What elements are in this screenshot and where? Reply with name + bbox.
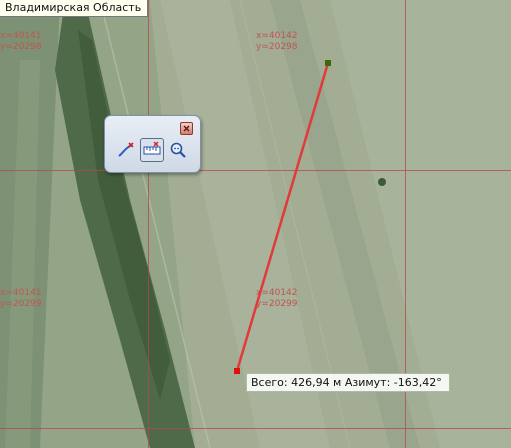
measurement-end-point[interactable] bbox=[325, 60, 331, 66]
ruler-measure-icon bbox=[143, 141, 161, 155]
zoom-tool-button[interactable] bbox=[166, 138, 190, 162]
measurement-readout: Всего: 426,94 м Азимут: -163,42° bbox=[246, 373, 450, 392]
measurement-start-point[interactable] bbox=[234, 368, 240, 374]
zoom-icon bbox=[170, 142, 186, 158]
close-icon bbox=[183, 125, 190, 132]
measurement-toolbar[interactable] bbox=[104, 115, 201, 173]
draw-line-tool-button[interactable] bbox=[114, 138, 138, 162]
measure-tool-button[interactable] bbox=[140, 138, 164, 162]
region-label: Владимирская Область bbox=[0, 0, 149, 17]
ruler-line-icon bbox=[118, 142, 134, 157]
satellite-map[interactable]: x=40141 y=20298 x=40142 y=20298 x=40141 … bbox=[0, 0, 511, 448]
measurement-line bbox=[235, 62, 330, 372]
close-button[interactable] bbox=[180, 122, 193, 135]
